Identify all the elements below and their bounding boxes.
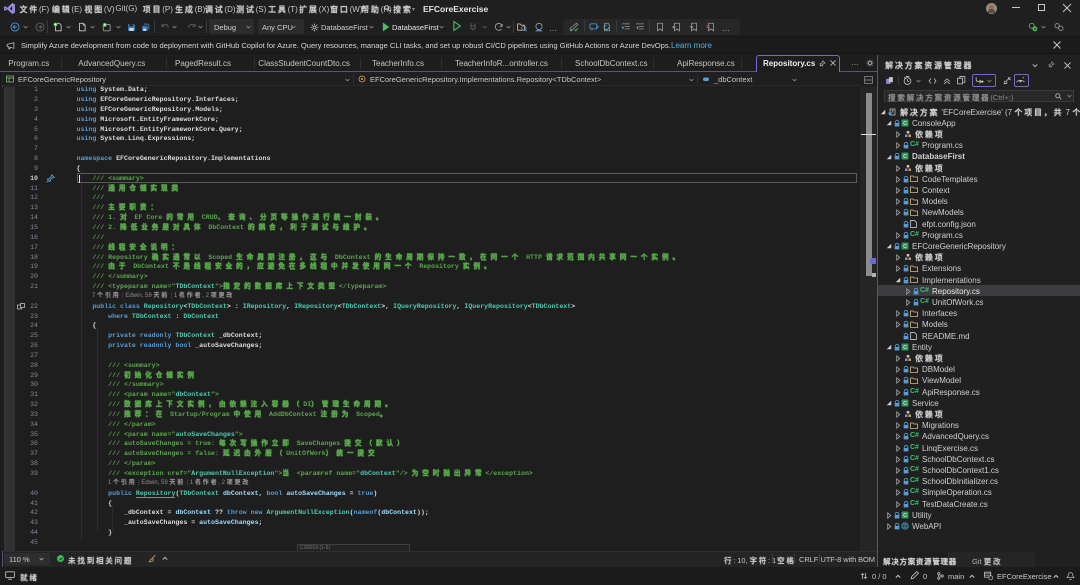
svg-text:C: C [903,401,907,407]
svg-text:C: C [903,154,907,160]
svg-text:C: C [903,345,907,351]
svg-text:C: C [903,244,907,250]
svg-text:C: C [903,121,907,127]
svg-text:C: C [903,513,907,519]
